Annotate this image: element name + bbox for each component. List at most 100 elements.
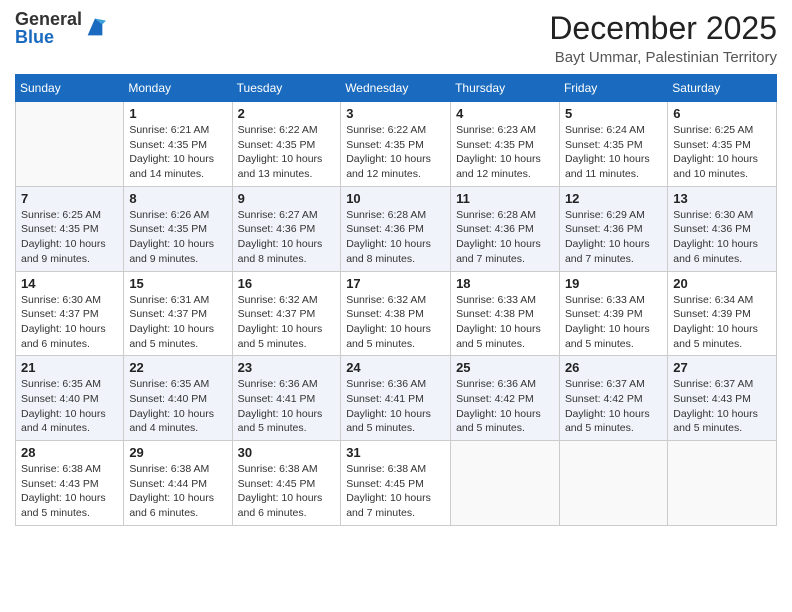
calendar-cell: 25Sunrise: 6:36 AMSunset: 4:42 PMDayligh… — [451, 356, 560, 441]
page-header: General Blue December 2025 Bayt Ummar, P… — [15, 10, 777, 66]
day-info: Sunrise: 6:25 AMSunset: 4:35 PMDaylight:… — [673, 123, 771, 182]
column-header-thursday: Thursday — [451, 75, 560, 102]
day-info: Sunrise: 6:37 AMSunset: 4:42 PMDaylight:… — [565, 377, 662, 436]
day-number: 14 — [21, 276, 118, 291]
column-header-sunday: Sunday — [16, 75, 124, 102]
calendar-cell: 14 Sunrise: 6:30 AMSunset: 4:37 PMDayligh… — [16, 271, 124, 356]
day-info: Sunrise: 6:36 AMSunset: 4:41 PMDaylight:… — [238, 377, 336, 436]
calendar-cell: 20Sunrise: 6:34 AMSunset: 4:39 PMDayligh… — [668, 271, 777, 356]
calendar-cell: 22 Sunrise: 6:35 AMSunset: 4:40 PMDayligh… — [124, 356, 232, 441]
calendar-cell: 11Sunrise: 6:28 AMSunset: 4:36 PMDayligh… — [451, 186, 560, 271]
column-header-monday: Monday — [124, 75, 232, 102]
day-info: Sunrise: 6:28 AMSunset: 4:36 PMDaylight:… — [456, 208, 554, 267]
day-info: Sunrise: 6:22 AMSunset: 4:35 PMDaylight:… — [238, 123, 336, 182]
calendar-cell: 3 Sunrise: 6:22 AMSunset: 4:35 PMDaylight… — [341, 102, 451, 187]
day-number: 22 — [129, 360, 226, 375]
calendar-cell: 31 Sunrise: 6:38 AMSunset: 4:45 PMDayligh… — [341, 441, 451, 526]
calendar-header-row: SundayMondayTuesdayWednesdayThursdayFrid… — [16, 75, 777, 102]
day-info: Sunrise: 6:30 AMSunset: 4:36 PMDaylight:… — [673, 208, 771, 267]
month-title: December 2025 — [549, 10, 777, 47]
logo-general: General — [15, 10, 82, 28]
day-info: Sunrise: 6:38 AMSunset: 4:43 PMDaylight:… — [21, 462, 118, 521]
calendar-cell: 23Sunrise: 6:36 AMSunset: 4:41 PMDayligh… — [232, 356, 341, 441]
calendar-cell: 5 Sunrise: 6:24 AMSunset: 4:35 PMDaylight… — [559, 102, 667, 187]
day-info: Sunrise: 6:29 AMSunset: 4:36 PMDaylight:… — [565, 208, 662, 267]
day-number: 3 — [346, 106, 445, 121]
title-section: December 2025 Bayt Ummar, Palestinian Te… — [549, 10, 777, 66]
calendar-cell: 24Sunrise: 6:36 AMSunset: 4:41 PMDayligh… — [341, 356, 451, 441]
column-header-saturday: Saturday — [668, 75, 777, 102]
day-info: Sunrise: 6:32 AMSunset: 4:38 PMDaylight:… — [346, 293, 445, 352]
day-info: Sunrise: 6:38 AMSunset: 4:45 PMDaylight:… — [238, 462, 336, 521]
day-info: Sunrise: 6:33 AMSunset: 4:38 PMDaylight:… — [456, 293, 554, 352]
day-number: 4 — [456, 106, 554, 121]
calendar-cell: 19 Sunrise: 6:33 AMSunset: 4:39 PMDayligh… — [559, 271, 667, 356]
day-info: Sunrise: 6:35 AMSunset: 4:40 PMDaylight:… — [129, 377, 226, 436]
day-info: Sunrise: 6:31 AMSunset: 4:37 PMDaylight:… — [129, 293, 226, 352]
day-number: 9 — [238, 191, 336, 206]
day-info: Sunrise: 6:30 AMSunset: 4:37 PMDaylight:… — [21, 293, 118, 352]
day-number: 29 — [129, 445, 226, 460]
calendar-cell: 7Sunrise: 6:25 AMSunset: 4:35 PMDaylight… — [16, 186, 124, 271]
calendar-cell: 18 Sunrise: 6:33 AMSunset: 4:38 PMDayligh… — [451, 271, 560, 356]
location-title: Bayt Ummar, Palestinian Territory — [549, 49, 777, 66]
calendar-cell — [451, 441, 560, 526]
calendar-cell — [559, 441, 667, 526]
calendar-week-row: 14 Sunrise: 6:30 AMSunset: 4:37 PMDayligh… — [16, 271, 777, 356]
day-number: 18 — [456, 276, 554, 291]
calendar-cell: 12 Sunrise: 6:29 AMSunset: 4:36 PMDayligh… — [559, 186, 667, 271]
calendar-cell: 2Sunrise: 6:22 AMSunset: 4:35 PMDaylight… — [232, 102, 341, 187]
logo-blue: Blue — [15, 28, 82, 46]
day-number: 17 — [346, 276, 445, 291]
calendar-cell — [668, 441, 777, 526]
calendar-cell — [16, 102, 124, 187]
day-number: 12 — [565, 191, 662, 206]
calendar-cell: 13 Sunrise: 6:30 AMSunset: 4:36 PMDayligh… — [668, 186, 777, 271]
day-info: Sunrise: 6:38 AMSunset: 4:45 PMDaylight:… — [346, 462, 445, 521]
day-info: Sunrise: 6:21 AMSunset: 4:35 PMDaylight:… — [129, 123, 226, 182]
day-info: Sunrise: 6:38 AMSunset: 4:44 PMDaylight:… — [129, 462, 226, 521]
day-number: 13 — [673, 191, 771, 206]
calendar-cell: 26Sunrise: 6:37 AMSunset: 4:42 PMDayligh… — [559, 356, 667, 441]
calendar-cell: 8 Sunrise: 6:26 AMSunset: 4:35 PMDaylight… — [124, 186, 232, 271]
day-info: Sunrise: 6:26 AMSunset: 4:35 PMDaylight:… — [129, 208, 226, 267]
day-number: 31 — [346, 445, 445, 460]
day-number: 19 — [565, 276, 662, 291]
calendar-week-row: 7Sunrise: 6:25 AMSunset: 4:35 PMDaylight… — [16, 186, 777, 271]
logo: General Blue — [15, 10, 106, 46]
column-header-tuesday: Tuesday — [232, 75, 341, 102]
day-info: Sunrise: 6:22 AMSunset: 4:35 PMDaylight:… — [346, 123, 445, 182]
day-info: Sunrise: 6:25 AMSunset: 4:35 PMDaylight:… — [21, 208, 118, 267]
day-number: 15 — [129, 276, 226, 291]
day-info: Sunrise: 6:23 AMSunset: 4:35 PMDaylight:… — [456, 123, 554, 182]
day-number: 16 — [238, 276, 336, 291]
day-number: 30 — [238, 445, 336, 460]
day-info: Sunrise: 6:33 AMSunset: 4:39 PMDaylight:… — [565, 293, 662, 352]
calendar-cell: 1Sunrise: 6:21 AMSunset: 4:35 PMDaylight… — [124, 102, 232, 187]
day-number: 20 — [673, 276, 771, 291]
calendar-cell: 6 Sunrise: 6:25 AMSunset: 4:35 PMDaylight… — [668, 102, 777, 187]
day-info: Sunrise: 6:32 AMSunset: 4:37 PMDaylight:… — [238, 293, 336, 352]
day-number: 27 — [673, 360, 771, 375]
calendar-cell: 30 Sunrise: 6:38 AMSunset: 4:45 PMDayligh… — [232, 441, 341, 526]
column-header-friday: Friday — [559, 75, 667, 102]
day-number: 5 — [565, 106, 662, 121]
day-number: 6 — [673, 106, 771, 121]
day-info: Sunrise: 6:35 AMSunset: 4:40 PMDaylight:… — [21, 377, 118, 436]
calendar-cell: 4 Sunrise: 6:23 AMSunset: 4:35 PMDaylight… — [451, 102, 560, 187]
day-info: Sunrise: 6:28 AMSunset: 4:36 PMDaylight:… — [346, 208, 445, 267]
calendar-cell: 15 Sunrise: 6:31 AMSunset: 4:37 PMDayligh… — [124, 271, 232, 356]
calendar-cell: 16 Sunrise: 6:32 AMSunset: 4:37 PMDayligh… — [232, 271, 341, 356]
day-info: Sunrise: 6:27 AMSunset: 4:36 PMDaylight:… — [238, 208, 336, 267]
calendar-cell: 17 Sunrise: 6:32 AMSunset: 4:38 PMDayligh… — [341, 271, 451, 356]
day-number: 21 — [21, 360, 118, 375]
calendar-cell: 9 Sunrise: 6:27 AMSunset: 4:36 PMDaylight… — [232, 186, 341, 271]
day-info: Sunrise: 6:36 AMSunset: 4:42 PMDaylight:… — [456, 377, 554, 436]
calendar-table: SundayMondayTuesdayWednesdayThursdayFrid… — [15, 74, 777, 526]
day-number: 8 — [129, 191, 226, 206]
day-info: Sunrise: 6:36 AMSunset: 4:41 PMDaylight:… — [346, 377, 445, 436]
logo-icon — [84, 17, 106, 39]
day-info: Sunrise: 6:24 AMSunset: 4:35 PMDaylight:… — [565, 123, 662, 182]
day-info: Sunrise: 6:37 AMSunset: 4:43 PMDaylight:… — [673, 377, 771, 436]
calendar-cell: 21 Sunrise: 6:35 AMSunset: 4:40 PMDayligh… — [16, 356, 124, 441]
